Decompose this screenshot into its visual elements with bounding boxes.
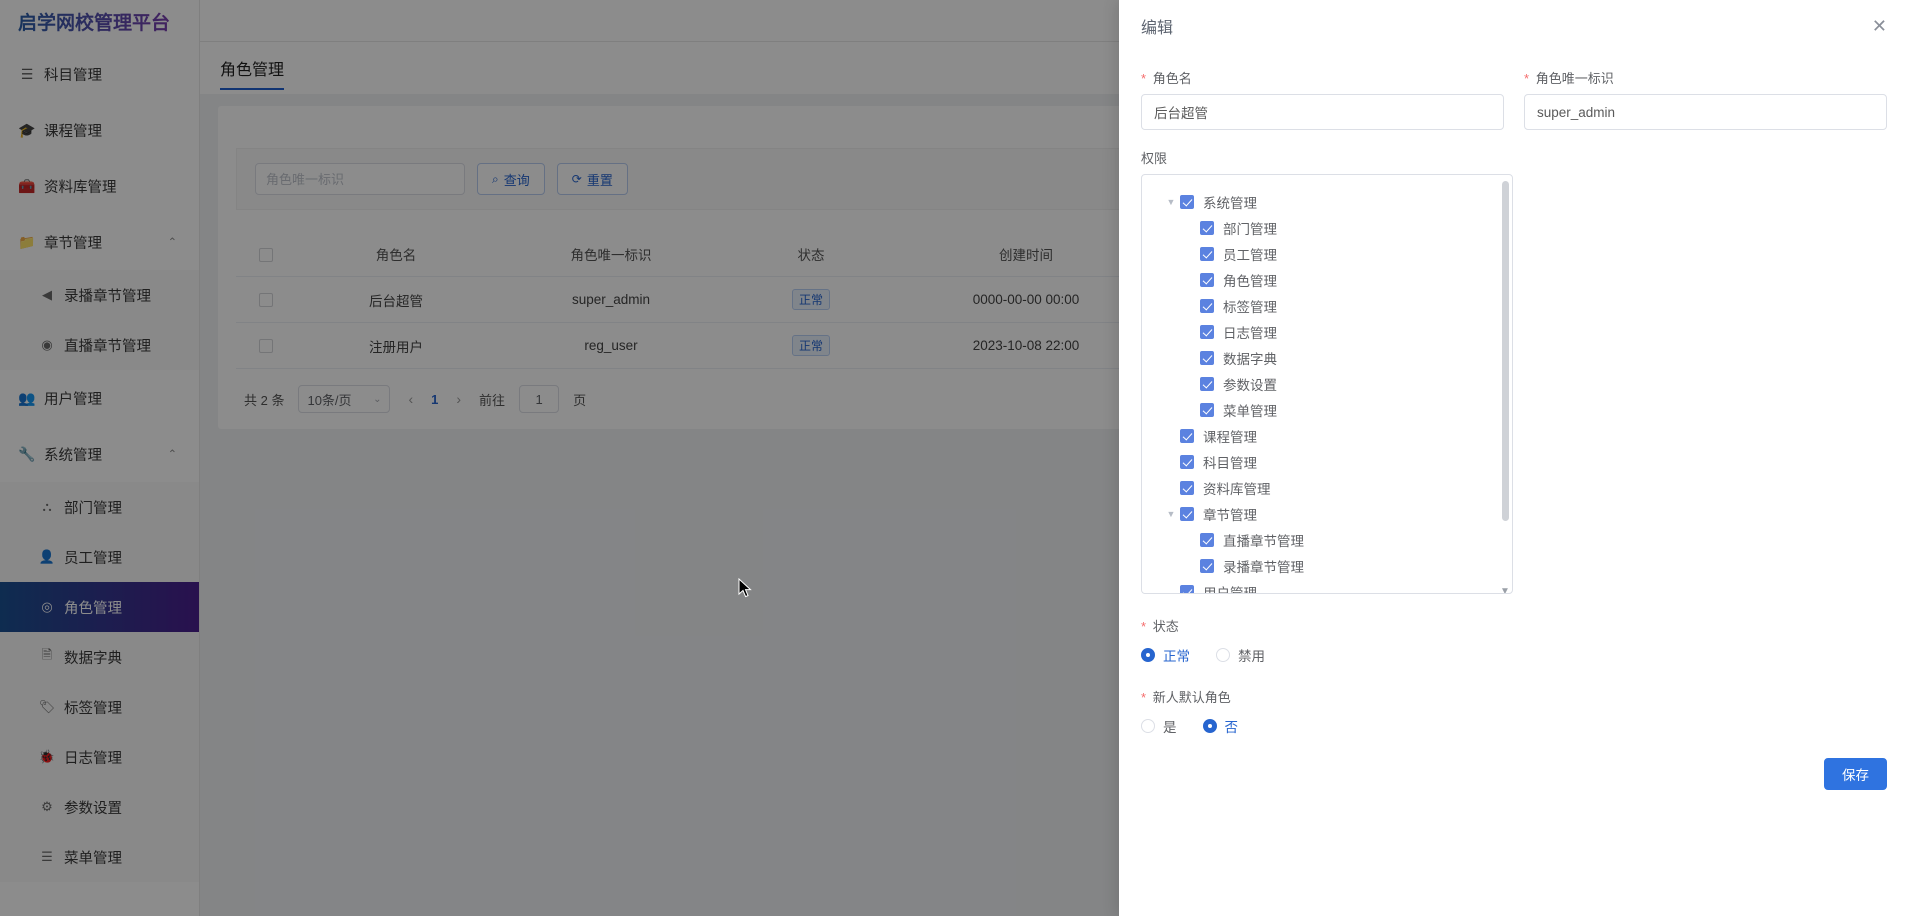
permission-tree-node[interactable]: 数据字典	[1142, 345, 1498, 371]
permission-node-label: 系统管理	[1203, 196, 1257, 211]
app-root: 启学网校管理平台 ☰ 科目管理 🎓 课程管理 🧰 资料库管理 📁 章节管理 ⌃ …	[0, 0, 1909, 916]
role-key-input[interactable]	[1524, 94, 1887, 130]
status-radio-normal[interactable]: 正常	[1141, 645, 1190, 665]
permission-checkbox[interactable]	[1200, 559, 1214, 573]
permission-checkbox[interactable]	[1200, 377, 1214, 391]
default-role-option-label: 否	[1224, 720, 1239, 735]
role-name-label-text: 角色名	[1152, 71, 1192, 86]
permission-checkbox[interactable]	[1200, 299, 1214, 313]
scrollbar-thumb[interactable]	[1502, 181, 1509, 521]
default-role-radio-no[interactable]: 否	[1202, 716, 1239, 736]
radio-indicator	[1141, 719, 1155, 733]
permission-tree-node[interactable]: 角色管理	[1142, 267, 1498, 293]
radio-indicator	[1202, 719, 1217, 733]
permission-tree-node[interactable]: 部门管理	[1142, 215, 1498, 241]
permission-checkbox[interactable]	[1200, 533, 1214, 547]
status-option-label: 正常	[1163, 649, 1190, 664]
drawer-header: 编辑 ✕	[1119, 0, 1909, 52]
permission-checkbox[interactable]	[1180, 585, 1194, 593]
status-radio-group: 正常 禁用	[1141, 645, 1887, 665]
permission-checkbox[interactable]	[1200, 403, 1214, 417]
permission-checkbox[interactable]	[1200, 351, 1214, 365]
required-asterisk: *	[1141, 71, 1147, 86]
permission-node-label: 部门管理	[1223, 222, 1277, 237]
permission-checkbox[interactable]	[1180, 481, 1194, 495]
permission-tree-scrollbar[interactable]: ▼	[1500, 181, 1510, 593]
default-role-option-label: 是	[1163, 720, 1177, 735]
permission-tree-node[interactable]: 菜单管理	[1142, 397, 1498, 423]
permission-tree-node[interactable]: 日志管理	[1142, 319, 1498, 345]
permission-node-label: 科目管理	[1203, 456, 1257, 471]
permission-tree-node[interactable]: 资料库管理	[1142, 475, 1498, 501]
permission-node-label: 菜单管理	[1223, 404, 1277, 419]
permission-tree-node[interactable]: 直播章节管理	[1142, 527, 1498, 553]
permission-tree-node[interactable]: 用户管理	[1142, 579, 1498, 593]
permission-tree-node[interactable]: 参数设置	[1142, 371, 1498, 397]
radio-indicator	[1141, 648, 1155, 662]
drawer-title: 编辑	[1141, 20, 1174, 37]
permission-node-label: 用户管理	[1203, 582, 1257, 593]
status-label: * 状态	[1141, 616, 1887, 635]
caret-down-icon[interactable]: ▼	[1162, 509, 1180, 519]
permission-node-label: 日志管理	[1223, 326, 1277, 341]
drawer-body: * 角色名 * 角色唯一标识 权限 ▼系统管理部门管理员工管理角色管理标签管理日	[1119, 52, 1909, 736]
permission-node-label: 章节管理	[1203, 508, 1257, 523]
chevron-down-icon[interactable]: ▼	[1500, 586, 1510, 593]
status-radio-disabled[interactable]: 禁用	[1216, 645, 1265, 665]
permission-checkbox[interactable]	[1200, 247, 1214, 261]
permission-node-label: 数据字典	[1223, 352, 1277, 367]
save-button[interactable]: 保存	[1824, 758, 1887, 790]
role-key-label: * 角色唯一标识	[1524, 68, 1887, 87]
permission-tree-node[interactable]: 录播章节管理	[1142, 553, 1498, 579]
role-name-input[interactable]	[1141, 94, 1504, 130]
permission-block: 权限 ▼ 系统管理部门管理员工管理角色管理标签管理日志管理数据字典参数设置菜单管理…	[1141, 148, 1887, 594]
permission-tree-node[interactable]: 标签管理	[1142, 293, 1498, 319]
field-role-key: * 角色唯一标识	[1524, 68, 1887, 130]
drawer-footer: 保存	[1824, 758, 1887, 790]
default-role-radio-yes[interactable]: 是	[1141, 716, 1177, 736]
permission-checkbox[interactable]	[1200, 221, 1214, 235]
default-role-field: * 新人默认角色 是 否	[1141, 687, 1887, 736]
permission-checkbox[interactable]	[1180, 507, 1194, 521]
permission-node-label: 角色管理	[1223, 274, 1277, 289]
status-option-label: 禁用	[1238, 649, 1265, 664]
permission-checkbox[interactable]	[1200, 273, 1214, 287]
permission-tree-node[interactable]: 员工管理	[1142, 241, 1498, 267]
field-role-name: * 角色名	[1141, 68, 1504, 130]
permission-label: 权限	[1141, 151, 1168, 166]
permission-node-label: 录播章节管理	[1223, 560, 1304, 575]
permission-node-label: 员工管理	[1223, 248, 1277, 263]
permission-checkbox[interactable]	[1180, 195, 1194, 209]
permission-node-label: 课程管理	[1203, 430, 1257, 445]
permission-node-label: 参数设置	[1223, 378, 1277, 393]
radio-indicator	[1216, 648, 1230, 662]
role-name-label: * 角色名	[1141, 68, 1504, 87]
role-key-label-text: 角色唯一标识	[1535, 71, 1614, 86]
status-field: * 状态 正常 禁用	[1141, 616, 1887, 665]
required-asterisk: *	[1141, 690, 1147, 705]
permission-checkbox[interactable]	[1180, 429, 1194, 443]
permission-checkbox[interactable]	[1180, 455, 1194, 469]
caret-down-icon[interactable]: ▼	[1162, 197, 1180, 207]
permission-checkbox[interactable]	[1200, 325, 1214, 339]
close-icon[interactable]: ✕	[1872, 17, 1887, 35]
default-role-radio-group: 是 否	[1141, 716, 1887, 736]
required-asterisk: *	[1524, 71, 1530, 86]
status-label-text: 状态	[1152, 619, 1179, 634]
permission-node-label: 直播章节管理	[1223, 534, 1304, 549]
permission-node-label: 资料库管理	[1203, 482, 1271, 497]
permission-tree-node[interactable]: 科目管理	[1142, 449, 1498, 475]
default-role-label: * 新人默认角色	[1141, 687, 1887, 706]
edit-drawer: 编辑 ✕ * 角色名 * 角色唯一标识	[1119, 0, 1909, 916]
required-asterisk: *	[1141, 619, 1147, 634]
permission-tree-node[interactable]: ▼ 系统管理	[1142, 189, 1498, 215]
permission-tree-node[interactable]: ▼ 章节管理	[1142, 501, 1498, 527]
permission-tree: ▼ 系统管理部门管理员工管理角色管理标签管理日志管理数据字典参数设置菜单管理课程管…	[1141, 174, 1513, 594]
permission-node-label: 标签管理	[1223, 300, 1277, 315]
permission-tree-list: ▼ 系统管理部门管理员工管理角色管理标签管理日志管理数据字典参数设置菜单管理课程管…	[1142, 175, 1498, 593]
permission-tree-node[interactable]: 课程管理	[1142, 423, 1498, 449]
default-role-label-text: 新人默认角色	[1152, 690, 1231, 705]
form-row-identity: * 角色名 * 角色唯一标识	[1141, 68, 1887, 130]
